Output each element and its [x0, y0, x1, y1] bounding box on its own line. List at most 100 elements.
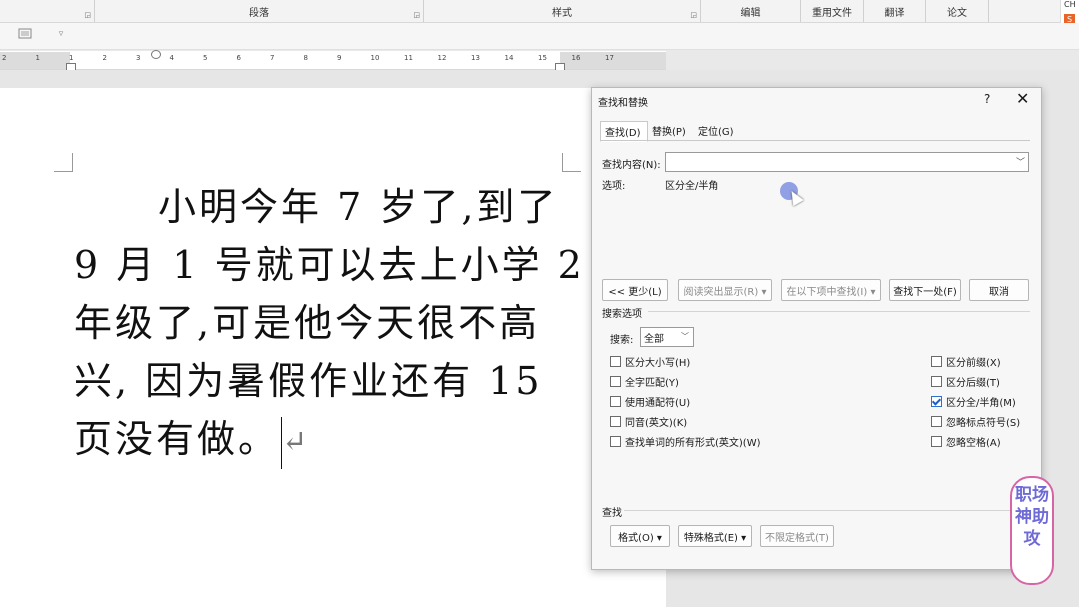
search-options-title: 搜索选项 [602, 309, 642, 320]
tab-replace[interactable]: 替换(P) [648, 121, 696, 140]
option-label: 忽略标点符号(S) [946, 418, 1021, 429]
checkbox[interactable] [610, 396, 621, 407]
ruler-number: 8 [303, 54, 308, 62]
ruler-number: 17 [605, 54, 614, 62]
ruler-ticks: 2 1 1 2 3 4 5 6 7 8 9 10 11 12 13 14 15 16 17 [0, 51, 666, 69]
reading-highlight-button[interactable]: 阅读突出显示(R) ▾ [678, 279, 772, 301]
ribbon-group-paragraph: 段落 ◲ [95, 0, 424, 22]
ribbon-group-translate[interactable]: 翻译 [864, 0, 926, 22]
checkbox[interactable] [610, 376, 621, 387]
ribbon: ◲ 段落 ◲ 样式 ◲ 编辑 重用文件 翻译 论文 [0, 0, 1079, 23]
ruler-number: 13 [471, 54, 480, 62]
ribbon-group-styles: 样式 ◲ [424, 0, 701, 22]
option-checkbox-row[interactable]: 区分大小写(H) [610, 354, 690, 369]
option-label: 同音(英文)(K) [625, 418, 688, 429]
section-divider [624, 510, 1030, 511]
ruler-number: 5 [203, 54, 208, 62]
text-line: 年级了,可是他今天很不高 [74, 301, 541, 345]
checkbox[interactable] [931, 356, 942, 367]
search-direction-select[interactable]: 全部 ﹀ [640, 327, 694, 347]
checkbox[interactable] [931, 376, 942, 387]
chevron-down-icon[interactable]: ﹀ [1016, 155, 1025, 168]
options-label: 选项: [602, 181, 626, 192]
find-input[interactable]: ﹀ [665, 152, 1029, 172]
option-checkbox-row[interactable]: 区分前缀(X) [931, 354, 1001, 369]
close-button[interactable]: ✕ [1016, 89, 1029, 108]
option-label: 查找单词的所有形式(英文)(W) [625, 438, 761, 449]
text-line: 9 月 1 号就可以去上小学 2 [74, 243, 585, 287]
ruler-number: 12 [437, 54, 447, 62]
checkbox[interactable] [610, 436, 621, 447]
option-checkbox-row[interactable]: 区分后缀(T) [931, 374, 1000, 389]
checkbox[interactable] [931, 416, 942, 427]
search-label: 搜索: [610, 335, 634, 346]
checkbox[interactable] [610, 356, 621, 367]
first-line-indent-icon[interactable] [151, 50, 161, 59]
text-line: 兴, 因为暑假作业还有 15 [74, 359, 543, 403]
text-line: 小明今年 7 岁了,到了 [158, 185, 559, 229]
ruler-number: 2 [2, 54, 7, 62]
ruler-number: 4 [169, 54, 174, 62]
watermark-text: 职场神助攻 [1015, 485, 1049, 549]
section-divider [648, 311, 1030, 312]
dialog-launcher-icon[interactable]: ◲ [690, 11, 697, 19]
option-checkbox-row[interactable]: 区分全/半角(M) [931, 394, 1016, 409]
document-text[interactable]: 小明今年 7 岁了,到了 9 月 1 号就可以去上小学 2 年级了,可是他今天很… [74, 178, 585, 469]
option-label: 区分后缀(T) [946, 378, 1000, 389]
dialog-launcher-icon[interactable]: ◲ [84, 11, 91, 19]
option-checkbox-row[interactable]: 忽略标点符号(S) [931, 414, 1020, 429]
quick-access-toolbar: ▿ [0, 23, 1079, 50]
checkbox[interactable] [931, 436, 942, 447]
ribbon-group-label: 段落 [249, 7, 269, 19]
ime-label[interactable]: CH [1064, 0, 1076, 9]
ribbon-group-font: ◲ [0, 0, 95, 22]
option-label: 区分大小写(H) [625, 358, 691, 369]
margin-corner-mark [54, 153, 73, 172]
ruler-number: 2 [102, 54, 107, 62]
option-checkbox-row[interactable]: 使用通配符(U) [610, 394, 690, 409]
ruler-number: 16 [571, 54, 581, 62]
ribbon-group-reuse-files[interactable]: 重用文件 [801, 0, 864, 22]
option-checkbox-row[interactable]: 同音(英文)(K) [610, 414, 687, 429]
find-in-button[interactable]: 在以下项中查找(I) ▾ [781, 279, 881, 301]
ribbon-group-label: 论文 [947, 7, 967, 19]
ribbon-group-editing[interactable]: 编辑 [701, 0, 801, 22]
format-button[interactable]: 格式(O) ▾ [610, 525, 670, 547]
tab-find[interactable]: 查找(D) [600, 121, 648, 142]
customize-dropdown-icon[interactable]: ▿ [54, 28, 68, 40]
text-line: 页没有做。 [74, 417, 280, 461]
option-label: 区分全/半角(M) [946, 398, 1016, 409]
ruler-number: 6 [236, 54, 241, 62]
ribbon-group-label: 样式 [552, 7, 572, 19]
help-button[interactable]: ? [984, 92, 990, 106]
ruler-number: 9 [337, 54, 342, 62]
option-label: 全字匹配(Y) [625, 378, 679, 389]
dialog-launcher-icon[interactable]: ◲ [413, 11, 420, 19]
special-format-button[interactable]: 特殊格式(E) ▾ [678, 525, 752, 547]
find-replace-dialog: 查找和替换 ? ✕ 查找(D) 替换(P) 定位(G) 查找内容(N): ﹀ 选… [591, 87, 1042, 570]
find-section-title: 查找 [602, 508, 622, 519]
option-checkbox-row[interactable]: 查找单词的所有形式(英文)(W) [610, 434, 761, 449]
no-formatting-button[interactable]: 不限定格式(T) [760, 525, 834, 547]
chevron-down-icon[interactable]: ﹀ [681, 331, 689, 342]
option-checkbox-row[interactable]: 全字匹配(Y) [610, 374, 679, 389]
checkbox-checked[interactable] [931, 396, 942, 407]
ruler-number: 1 [35, 54, 40, 62]
window-icon[interactable] [18, 28, 32, 40]
text-line-last: 页没有做。 ↵ [74, 410, 564, 469]
ribbon-group-label: 编辑 [740, 7, 761, 19]
ruler-number: 14 [504, 54, 514, 62]
cancel-button[interactable]: 取消 [969, 279, 1029, 301]
tab-goto[interactable]: 定位(G) [694, 121, 742, 140]
find-next-button[interactable]: 查找下一处(F) [889, 279, 961, 301]
ruler-number: 7 [270, 54, 275, 62]
watermark-logo: 职场神助攻 [1010, 476, 1054, 585]
ribbon-group-paper[interactable]: 论文 [926, 0, 989, 22]
ruler-number: 10 [370, 54, 380, 62]
checkbox[interactable] [610, 416, 621, 427]
less-button[interactable]: << 更少(L) [602, 279, 668, 301]
tab-divider [600, 140, 1030, 141]
search-direction-value: 全部 [644, 334, 664, 345]
option-checkbox-row[interactable]: 忽略空格(A) [931, 434, 1001, 449]
ribbon-group-label: 重用文件 [812, 7, 852, 19]
